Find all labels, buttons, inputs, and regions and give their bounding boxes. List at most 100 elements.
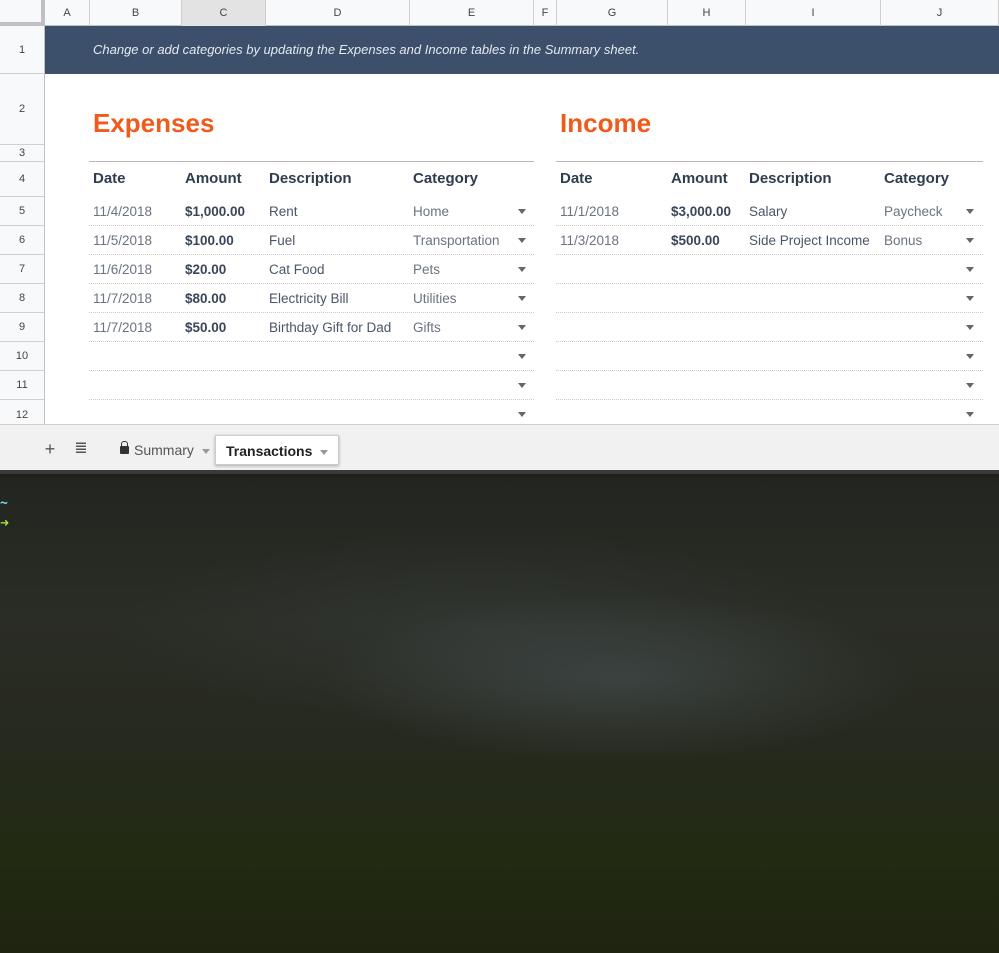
expenses-amount-cell[interactable]: $50.00	[185, 320, 226, 335]
income-row-divider	[556, 312, 983, 313]
expenses-description-cell[interactable]: Fuel	[269, 233, 295, 248]
row-header-5[interactable]: 5	[0, 197, 45, 226]
income-description-cell[interactable]: Salary	[749, 204, 787, 219]
income-date-cell[interactable]: 11/3/2018	[560, 233, 619, 248]
income-amount-cell[interactable]: $500.00	[671, 233, 720, 248]
column-header-i[interactable]: I	[746, 0, 881, 26]
terminal-cwd: ~	[0, 496, 8, 511]
expenses-date-cell[interactable]: 11/4/2018	[93, 204, 152, 219]
expenses-row-divider	[89, 399, 534, 400]
column-header-e[interactable]: E	[410, 0, 534, 26]
row-header-10[interactable]: 10	[0, 342, 45, 371]
column-header-g[interactable]: G	[557, 0, 668, 26]
sheet-tab-bar: + ≣ Summary Transactions	[0, 424, 999, 474]
select-all-corner[interactable]	[0, 0, 45, 26]
dropdown-arrow-icon[interactable]	[966, 325, 974, 330]
expenses-header-category: Category	[413, 170, 479, 187]
expenses-date-cell[interactable]: 11/7/2018	[93, 320, 152, 335]
expenses-amount-cell[interactable]: $1,000.00	[185, 204, 245, 219]
expenses-description-cell[interactable]: Rent	[269, 204, 298, 219]
row-header-1[interactable]: 1	[0, 26, 45, 74]
plus-icon[interactable]: +	[40, 439, 60, 459]
dropdown-arrow-icon[interactable]	[518, 238, 526, 243]
expenses-amount-cell[interactable]: $100.00	[185, 233, 234, 248]
expenses-description-cell[interactable]: Cat Food	[269, 262, 325, 277]
terminal-window[interactable]: ~ ➜	[0, 478, 999, 953]
expenses-category-cell[interactable]: Transportation	[413, 233, 500, 248]
chevron-down-icon[interactable]	[320, 449, 329, 455]
column-header-d[interactable]: D	[266, 0, 410, 26]
column-header-j[interactable]: J	[881, 0, 999, 26]
dropdown-arrow-icon[interactable]	[518, 354, 526, 359]
dropdown-arrow-icon[interactable]	[966, 267, 974, 272]
expenses-category-cell[interactable]: Gifts	[413, 320, 441, 335]
row-header-11[interactable]: 11	[0, 371, 45, 400]
expenses-row-divider	[89, 254, 534, 255]
expenses-header-amount: Amount	[185, 170, 242, 187]
row-header-9[interactable]: 9	[0, 313, 45, 342]
income-row-divider	[556, 341, 983, 342]
row-header-4[interactable]: 4	[0, 162, 45, 197]
income-row-divider	[556, 254, 983, 255]
column-header-h[interactable]: H	[668, 0, 746, 26]
expenses-header-date: Date	[93, 170, 126, 187]
tab-transactions[interactable]: Transactions	[215, 435, 340, 465]
column-header-b[interactable]: B	[90, 0, 182, 26]
expenses-row-divider	[89, 283, 534, 284]
expenses-description-cell[interactable]: Electricity Bill	[269, 291, 349, 306]
expenses-date-cell[interactable]: 11/5/2018	[93, 233, 152, 248]
dropdown-arrow-icon[interactable]	[518, 267, 526, 272]
dropdown-arrow-icon[interactable]	[966, 209, 974, 214]
tab-summary-label: Summary	[134, 442, 194, 458]
income-date-cell[interactable]: 11/1/2018	[560, 204, 619, 219]
dropdown-arrow-icon[interactable]	[966, 296, 974, 301]
column-header-f[interactable]: F	[534, 0, 557, 26]
income-description-cell[interactable]: Side Project Income	[749, 233, 870, 248]
expenses-top-rule	[89, 161, 534, 162]
income-header-date: Date	[560, 170, 593, 187]
expenses-category-cell[interactable]: Pets	[413, 262, 440, 277]
expenses-amount-cell[interactable]: $20.00	[185, 262, 226, 277]
expenses-date-cell[interactable]: 11/6/2018	[93, 262, 152, 277]
dropdown-arrow-icon[interactable]	[966, 354, 974, 359]
expenses-row-divider	[89, 312, 534, 313]
dropdown-arrow-icon[interactable]	[518, 209, 526, 214]
income-category-cell[interactable]: Paycheck	[884, 204, 943, 219]
income-amount-cell[interactable]: $3,000.00	[671, 204, 731, 219]
income-top-rule	[556, 161, 983, 162]
row-header-7[interactable]: 7	[0, 255, 45, 284]
row-header-6[interactable]: 6	[0, 226, 45, 255]
tab-summary[interactable]: Summary	[110, 435, 220, 465]
dropdown-arrow-icon[interactable]	[518, 325, 526, 330]
dropdown-arrow-icon[interactable]	[518, 412, 526, 417]
expenses-category-cell[interactable]: Utilities	[413, 291, 457, 306]
income-header-description: Description	[749, 170, 832, 187]
dropdown-arrow-icon[interactable]	[518, 296, 526, 301]
terminal-prompt-arrow: ➜	[0, 514, 10, 532]
expenses-header-description: Description	[269, 170, 352, 187]
column-header-c[interactable]: C	[182, 0, 266, 26]
expenses-date-cell[interactable]: 11/7/2018	[93, 291, 152, 306]
row-header-2[interactable]: 2	[0, 74, 45, 145]
expenses-category-cell[interactable]: Home	[413, 204, 449, 219]
expenses-row-divider	[89, 225, 534, 226]
dropdown-arrow-icon[interactable]	[966, 238, 974, 243]
lock-icon	[120, 441, 129, 455]
dropdown-arrow-icon[interactable]	[966, 412, 974, 417]
income-row-divider	[556, 225, 983, 226]
expenses-amount-cell[interactable]: $80.00	[185, 291, 226, 306]
chevron-down-icon[interactable]	[201, 448, 210, 454]
row-header-8[interactable]: 8	[0, 284, 45, 313]
column-header-a[interactable]: A	[45, 0, 90, 26]
instruction-banner: Change or add categories by updating the…	[45, 26, 999, 74]
income-title: Income	[560, 108, 652, 138]
income-row-divider	[556, 283, 983, 284]
expenses-description-cell[interactable]: Birthday Gift for Dad	[269, 320, 391, 335]
income-category-cell[interactable]: Bonus	[884, 233, 922, 248]
list-icon[interactable]: ≣	[71, 439, 91, 459]
dropdown-arrow-icon[interactable]	[966, 383, 974, 388]
expenses-title: Expenses	[93, 108, 215, 138]
dropdown-arrow-icon[interactable]	[518, 383, 526, 388]
row-header-3[interactable]: 3	[0, 145, 45, 162]
income-header-category: Category	[884, 170, 950, 187]
